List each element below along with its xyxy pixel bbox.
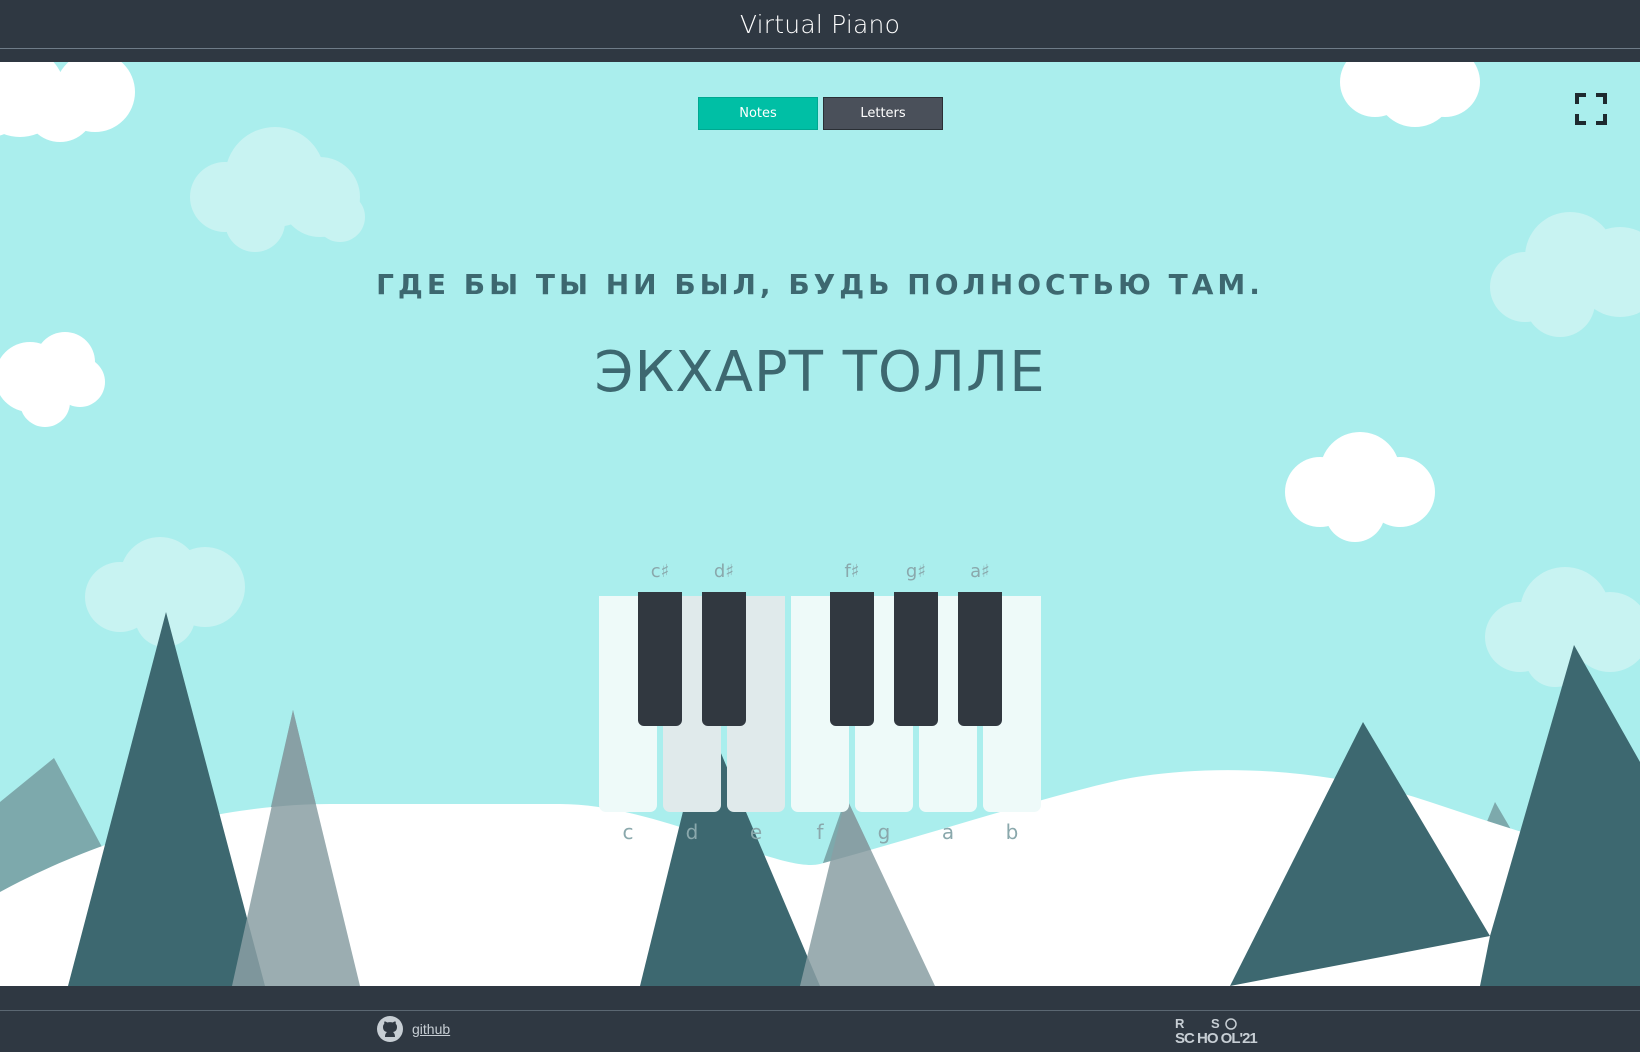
- fullscreen-button[interactable]: [1574, 92, 1608, 126]
- rs-school-logo-mark: R S SC HO OL'21: [1175, 1016, 1258, 1047]
- app-title: Virtual Piano: [739, 9, 901, 39]
- piano-key-a-sharp[interactable]: [958, 592, 1002, 726]
- key-label-f: f: [816, 820, 824, 844]
- github-link-label: github: [412, 1021, 451, 1037]
- key-label-b: b: [1005, 820, 1019, 844]
- piano-keyboard: c♯ d♯ f♯ g♯ a♯ c d e f g a b: [599, 561, 1042, 844]
- cloud: [0, 62, 135, 142]
- key-label-a-sharp: a♯: [970, 561, 990, 582]
- logo-dot-icon: [1225, 1018, 1237, 1030]
- cloud: [1485, 567, 1640, 687]
- github-link[interactable]: github: [376, 1015, 450, 1043]
- quote-author: ЭКХАРТ ТОЛЛЕ: [594, 340, 1046, 405]
- piano-key-d-sharp[interactable]: [702, 592, 746, 726]
- cloud: [1285, 432, 1435, 542]
- letters-tab[interactable]: Letters: [823, 97, 943, 130]
- piano-key-g-sharp[interactable]: [894, 592, 938, 726]
- piano-key-f-sharp[interactable]: [830, 592, 874, 726]
- quote-text: ГДЕ БЫ ТЫ НИ БЫЛ, БУДЬ ПОЛНОСТЬЮ ТАМ.: [376, 268, 1264, 301]
- logo-letter-r: R: [1175, 1017, 1185, 1031]
- background-scenery: [0, 62, 1640, 986]
- key-label-d-sharp: d♯: [713, 561, 735, 582]
- key-label-d: d: [685, 820, 699, 844]
- key-label-f-sharp: f♯: [844, 561, 860, 582]
- display-mode-toggle: Notes Letters: [698, 97, 943, 130]
- github-icon: [377, 1016, 403, 1042]
- piano-key-c-sharp[interactable]: [638, 592, 682, 726]
- key-label-c: c: [622, 820, 634, 844]
- fullscreen-icon: [1575, 93, 1607, 125]
- notes-tab[interactable]: Notes: [698, 97, 818, 130]
- footer: github R S SC HO OL'21: [0, 986, 1640, 1047]
- cloud: [190, 127, 365, 252]
- footer-divider: [0, 1010, 1640, 1011]
- key-label-g-sharp: g♯: [905, 561, 927, 582]
- key-label-e: e: [749, 820, 763, 844]
- key-label-g: g: [877, 820, 891, 844]
- top-bar: Virtual Piano: [0, 0, 1640, 49]
- cloud: [1340, 62, 1480, 127]
- key-label-a: a: [941, 820, 955, 844]
- piano-stage: Notes Letters ГДЕ БЫ ТЫ НИ БЫЛ, БУДЬ ПОЛ…: [0, 62, 1640, 986]
- logo-letter-s: S: [1211, 1017, 1220, 1031]
- key-label-c-sharp: c♯: [650, 561, 670, 582]
- logo-school-text: SC HO OL'21: [1175, 1030, 1257, 1047]
